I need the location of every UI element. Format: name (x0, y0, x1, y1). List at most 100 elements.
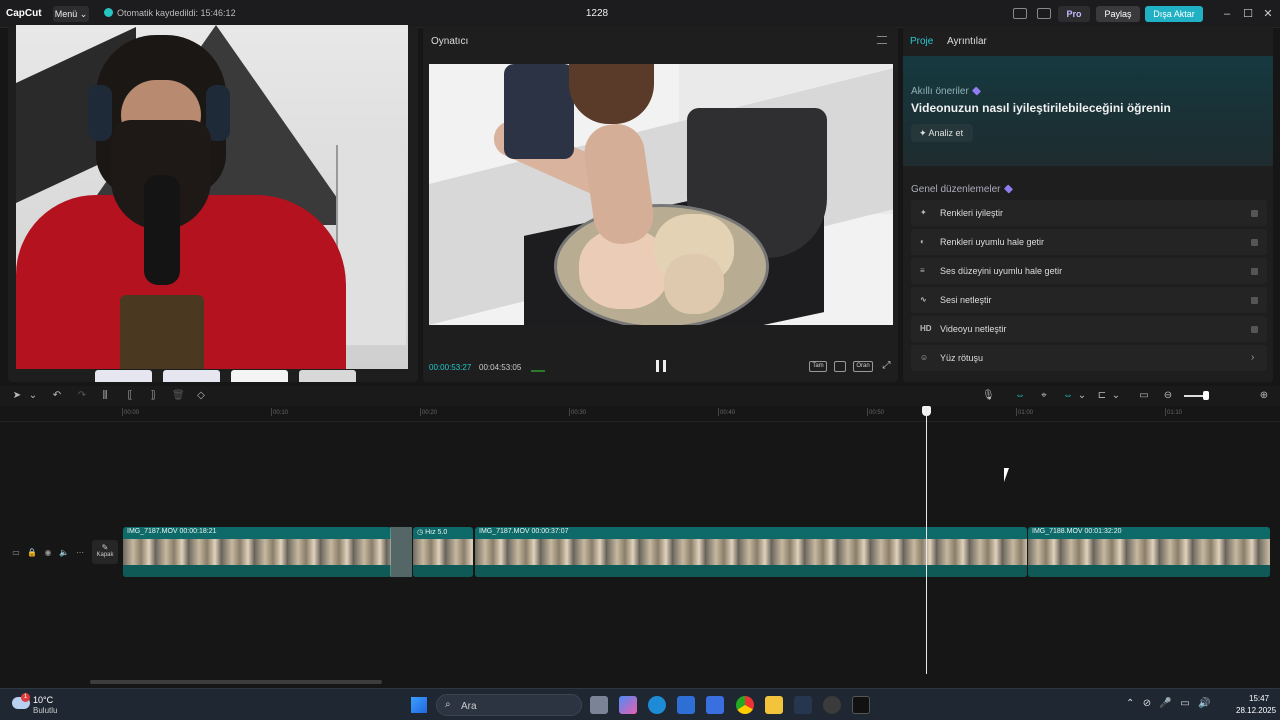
playhead[interactable] (926, 408, 927, 674)
capcut-taskbar-icon[interactable] (852, 696, 870, 714)
chevron-right-icon[interactable]: › (1251, 352, 1259, 363)
copilot-icon[interactable] (619, 696, 637, 714)
layout-icon[interactable] (1013, 8, 1027, 19)
steam-icon[interactable] (794, 696, 812, 714)
option-toggle[interactable] (1251, 326, 1258, 333)
option-normalize-volume[interactable]: ≡ Ses düzeyini uyumlu hale getir (911, 258, 1267, 284)
system-tray-icons[interactable]: ⌃ ⊘ 🎤 ▭ 🔊 (1126, 698, 1210, 709)
split-right-icon[interactable]: ⟧ (147, 390, 159, 402)
zoom-in-icon[interactable]: ⊕ (1258, 390, 1270, 402)
fullscreen-mode-button[interactable]: Tam (809, 361, 827, 372)
video-preview[interactable] (429, 64, 893, 325)
expand-icon[interactable]: ⤢ (881, 361, 892, 372)
pause-icon[interactable] (656, 360, 666, 372)
menu-button[interactable]: Menü ⌄ (53, 6, 89, 22)
clip-audio (123, 565, 391, 577)
file-explorer-icon[interactable] (765, 696, 783, 714)
transition-marker[interactable] (390, 527, 412, 577)
tab-project[interactable]: Proje (910, 36, 933, 47)
player-menu-icon[interactable] (877, 36, 887, 44)
speaker-icon[interactable]: 🔈 (59, 548, 69, 558)
clip-label: IMG_7187.MOV 00:00:18:21 (127, 528, 217, 535)
undo-icon[interactable]: ↶ (51, 390, 63, 402)
analyze-button[interactable]: ✦ Analiz et (911, 124, 973, 142)
option-toggle[interactable] (1251, 239, 1258, 246)
shortcuts-icon[interactable] (1037, 8, 1051, 19)
headphone-left (88, 85, 112, 141)
lock-icon[interactable]: 🔒 (27, 548, 37, 558)
zoom-out-icon[interactable]: ⊖ (1162, 390, 1174, 402)
marker-icon[interactable]: ◇ (195, 390, 207, 402)
settings-gear-icon[interactable] (823, 696, 841, 714)
time-ruler[interactable]: 00:00 00:10 00:20 00:30 00:40 00:50 01:0… (0, 406, 1280, 422)
option-match-colors[interactable]: ◐ Renkleri uyumlu hale getir (911, 229, 1267, 255)
media-thumb[interactable] (95, 370, 152, 382)
clock-date[interactable]: 28.12.2025 (1236, 706, 1276, 715)
option-toggle[interactable] (1251, 210, 1258, 217)
eye-icon[interactable]: ◉ (43, 548, 53, 558)
ruler-label: 00:20 (419, 408, 438, 416)
timeline[interactable]: 00:00 00:10 00:20 00:30 00:40 00:50 01:0… (0, 406, 1280, 686)
media-thumb[interactable] (231, 370, 288, 382)
video-clip[interactable]: IMG_7188.MOV 00:01:32:20 (1028, 527, 1270, 577)
tab-details[interactable]: Ayrıntılar (947, 36, 987, 47)
delete-icon[interactable]: 🗑 (172, 390, 185, 402)
minimize-icon[interactable]: – (1220, 7, 1234, 21)
option-enhance-video[interactable]: HD Videoyu netleştir (911, 316, 1267, 342)
media-thumb[interactable] (299, 370, 356, 382)
record-audio-icon[interactable]: 🎙 (982, 390, 995, 402)
zoom-slider-handle[interactable] (1203, 391, 1209, 400)
ai-gem-icon (1003, 184, 1013, 194)
video-clip[interactable]: IMG_7187.MOV 00:00:37:07 (475, 527, 1027, 577)
cover-button[interactable]: ✎ Kapak (92, 540, 118, 564)
redo-icon[interactable]: ↷ (76, 390, 88, 402)
weather-temperature[interactable]: 10°C (33, 695, 53, 705)
split-icon[interactable]: ⫼ (99, 390, 111, 402)
linkage-icon[interactable]: ⇔ (1062, 390, 1074, 402)
smart-subtitle: Akıllı öneriler (911, 86, 981, 97)
outlook-icon[interactable] (677, 696, 695, 714)
media-thumb[interactable] (163, 370, 220, 382)
task-view-icon[interactable] (590, 696, 608, 714)
app-logo: CapCut (6, 8, 42, 19)
option-face-retouch[interactable]: ☺ Yüz rötuşu › (911, 345, 1267, 371)
timeline-toolbar: ➤ ⌄ ↶ ↷ ⫼ ⟦ ⟧ 🗑 ◇ 🎙 ⇔ ⌖ ⇔ ⌄ ⊏ ⌄ ▭ ⊖ ⊕ (0, 386, 1280, 406)
chevron-down-icon[interactable]: ⌄ (1076, 390, 1088, 402)
smart-suggestions: Akıllı öneriler Videonuzun nasıl iyileşt… (903, 56, 1273, 166)
auto-snap-icon[interactable]: ⌖ (1038, 390, 1050, 402)
chevron-down-icon[interactable]: ⌄ (1110, 390, 1122, 402)
main-track-magnet-icon[interactable]: ⇔ (1014, 390, 1026, 402)
select-tool-icon[interactable]: ➤ (11, 390, 23, 402)
option-enhance-voice[interactable]: ∿ Sesi netleştir (911, 287, 1267, 313)
share-button[interactable]: Paylaş (1096, 6, 1140, 22)
video-clip[interactable]: IMG_7187.MOV 00:00:18:21 (123, 527, 391, 577)
clip-filmstrip (123, 539, 391, 565)
weather-condition[interactable]: Bulutlu (33, 706, 57, 715)
chrome-icon[interactable] (736, 696, 754, 714)
store-icon[interactable] (706, 696, 724, 714)
option-toggle[interactable] (1251, 268, 1258, 275)
edge-icon[interactable] (648, 696, 666, 714)
details-panel: Proje Ayrıntılar Akıllı öneriler Videonu… (903, 26, 1273, 382)
taskbar-search[interactable]: ⌕ Ara (436, 694, 582, 716)
windows-start-icon[interactable] (411, 697, 427, 713)
crop-icon[interactable] (834, 361, 846, 372)
option-enhance-colors[interactable]: ✦ Renkleri iyileştir (911, 200, 1267, 226)
ratio-button[interactable]: Oran (853, 361, 873, 372)
chevron-down-icon[interactable]: ⌄ (27, 390, 39, 402)
split-left-icon[interactable]: ⟦ (124, 390, 136, 402)
export-button[interactable]: Dışa Aktar (1145, 6, 1203, 22)
thumbnail-toggle-icon[interactable]: ▭ (11, 548, 21, 558)
clip-label: IMG_7187.MOV 00:00:37:07 (479, 528, 569, 535)
maximize-icon[interactable]: ☐ (1241, 7, 1255, 21)
preview-axis-icon[interactable]: ⊏ (1096, 390, 1108, 402)
timeline-scrollbar[interactable] (90, 680, 382, 684)
close-icon[interactable]: ✕ (1261, 7, 1275, 21)
more-icon[interactable]: ⋯ (75, 548, 85, 558)
video-clip-speed[interactable]: ◷ Hız 5.0 (413, 527, 473, 577)
option-toggle[interactable] (1251, 297, 1258, 304)
ruler-label: 00:10 (270, 408, 289, 416)
clock-time[interactable]: 15:47 (1249, 694, 1269, 703)
caption-icon[interactable]: ▭ (1138, 390, 1150, 402)
pro-button[interactable]: Pro (1058, 6, 1090, 22)
